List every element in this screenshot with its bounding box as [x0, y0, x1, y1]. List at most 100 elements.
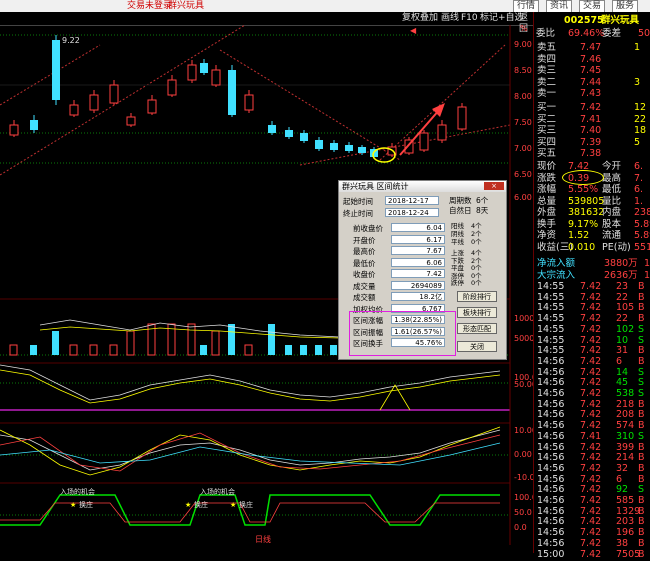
volume-bar: [200, 345, 207, 355]
svg-text:6.00: 6.00: [514, 193, 532, 202]
count-label: 跌停: [451, 279, 464, 287]
candle: [300, 133, 308, 141]
volume-bar: [9, 344, 18, 356]
svg-text:-10.00: -10.00: [514, 473, 533, 482]
svg-text:9.00: 9.00: [514, 40, 532, 49]
stat-label: 前收盘价: [353, 224, 383, 233]
svg-text:5000: 5000: [514, 334, 533, 343]
top-menu-bar: 交易未登录 群兴玩具 行情 资讯 交易 服务: [0, 0, 650, 13]
stat-label: 收盘价: [353, 270, 376, 279]
candle: [30, 120, 38, 130]
svg-text:7.50: 7.50: [514, 118, 532, 127]
stat-row: 外盘381632内盘2381: [537, 207, 650, 218]
stock-header: 002575 群兴玩具: [534, 15, 650, 27]
stage-rank-button[interactable]: 阶段排行: [457, 291, 497, 302]
overlay-button[interactable]: 叠加: [420, 13, 438, 24]
volume-bar: [228, 324, 235, 355]
sell-level-row: 卖四 7.46: [537, 53, 602, 65]
stat-row: 净资1.52流通5.89: [537, 230, 650, 241]
volume-bar: [244, 344, 253, 356]
price-axis: % 9.00 8.50 8.00 7.50 7.00 6.50 6.00: [514, 25, 532, 202]
candle: [167, 79, 177, 96]
svg-text:★: ★: [230, 501, 236, 509]
stat-label: 开盘价: [353, 235, 376, 245]
volume-bar: [211, 330, 220, 356]
count-label: 平线: [451, 238, 464, 246]
start-date-field[interactable]: 2018-12-17: [385, 196, 439, 205]
stock-code: 002575: [564, 15, 604, 26]
signal-label-2: 入场的机会: [200, 487, 235, 496]
stat-value: 6.06: [391, 257, 445, 267]
buy-level-row: 买五 7.38: [537, 148, 602, 159]
candle: [419, 132, 429, 151]
volume-bar: [52, 331, 59, 355]
range-stats-dialog[interactable]: 群兴玩具 区间统计 × 起始时间 2018-12-17 终止时间 2018-12…: [338, 180, 507, 360]
svg-text:10000: 10000: [514, 314, 533, 323]
volume-bar: [69, 344, 78, 356]
volume-bar: [187, 323, 196, 356]
end-date-field[interactable]: 2018-12-24: [385, 208, 439, 217]
volume-bar: [300, 345, 307, 355]
volume-bar: [330, 345, 337, 355]
pattern-match-button[interactable]: 形态匹配: [457, 323, 497, 334]
stat-label: 成交额: [353, 293, 376, 302]
svg-text:0.0: 0.0: [514, 523, 527, 532]
candle: [268, 125, 276, 133]
trade-login-notice[interactable]: 交易未登录: [127, 0, 172, 12]
volume-bar: [109, 344, 118, 356]
f10-button[interactable]: F10: [461, 13, 478, 24]
candle: [244, 94, 254, 111]
stat-row: 涨幅 5.55% 最低 6.: [537, 184, 644, 195]
candle: [330, 143, 338, 150]
indicator1-axis: 100.00 50.00: [514, 373, 533, 389]
close-button[interactable]: 关闭: [457, 341, 497, 352]
candle: [89, 94, 99, 111]
volume-bar: [315, 345, 322, 355]
volume-bar: [268, 324, 275, 355]
svg-text:8.00: 8.00: [514, 92, 532, 101]
candle: [315, 140, 323, 149]
change-highlight: [562, 170, 604, 185]
candle: [69, 104, 79, 116]
mark-button[interactable]: 标记: [480, 13, 498, 24]
stat-value: 7.67: [391, 246, 445, 255]
sell-level-row: 卖五 7.47 1: [537, 42, 641, 53]
sell-level-row: 卖二 7.44 3: [537, 76, 641, 88]
indicator2-panel: [0, 426, 510, 484]
sell-level-row: 卖三 7.45: [537, 65, 602, 76]
adjust-button[interactable]: 复权: [402, 13, 420, 24]
svg-text:★: ★: [70, 501, 76, 509]
close-icon[interactable]: ×: [484, 182, 504, 190]
svg-text:◀: ◀: [410, 26, 417, 35]
buy-level-row: 买四 7.39 5: [537, 136, 641, 148]
indicator2-axis: 10.00 0.00 -10.00: [514, 426, 533, 482]
sector-rank-button[interactable]: 板块排行: [457, 307, 497, 318]
svg-text:100.0: 100.0: [514, 493, 533, 502]
signal-label-1: 入场的机会: [60, 487, 95, 496]
volume-bar: [30, 345, 37, 355]
candle: [228, 70, 236, 115]
svg-text:10.00: 10.00: [514, 426, 533, 435]
svg-text:6.50: 6.50: [514, 170, 532, 179]
stock-name-title: 群兴玩具: [168, 1, 205, 11]
stat-value: 7.42: [391, 269, 445, 278]
stat-label: 最低价: [353, 258, 376, 268]
quote-panel: 002575 群兴玩具 委比 69.46% 委差 50 卖五 7.47 1 卖四 7.4…: [533, 12, 650, 560]
dialog-title[interactable]: 群兴玩具 区间统计: [339, 181, 506, 192]
buy-level-row: 买二 7.41 22: [537, 113, 647, 125]
indicator1-panel: [0, 364, 510, 424]
flow-row: 净流入额 3880万 1: [537, 258, 650, 269]
draw-line-button[interactable]: 画线: [441, 13, 459, 24]
stat-value: 6.17: [391, 234, 445, 244]
stat-row: 换手9.17%股本5.89: [537, 218, 650, 230]
volume-axis: 10000 5000: [514, 314, 533, 343]
svg-text:50.00: 50.00: [514, 380, 533, 389]
highlight-box: [349, 311, 456, 356]
count-value: 0个: [471, 238, 482, 246]
sell-level-row: 卖一 7.43: [537, 88, 602, 99]
high-price-label: 9.22: [62, 36, 80, 45]
weibi-row: 委比 69.46% 委差 50: [536, 28, 650, 39]
stock-name: 群兴玩具: [601, 15, 640, 26]
candle: [126, 116, 136, 126]
candle: [211, 69, 221, 86]
